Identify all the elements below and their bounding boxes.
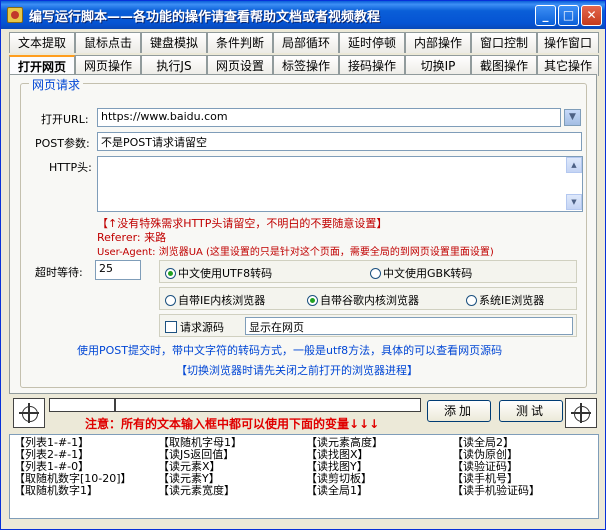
browser-radio-group: 自带IE内核浏览器 自带谷歌内核浏览器 系统IE浏览器 — [159, 287, 577, 310]
crosshair-target-icon[interactable] — [565, 398, 597, 428]
system-ie-radio[interactable]: 系统IE浏览器 — [466, 292, 544, 308]
radio-empty-icon — [165, 295, 176, 306]
post-input[interactable]: 不是POST请求请留空 — [97, 132, 582, 151]
tab-other-op[interactable]: 其它操作 — [537, 55, 599, 76]
tab-open-page[interactable]: 打开网页 — [9, 55, 75, 76]
request-source-label: 请求源码 — [180, 321, 224, 334]
tab-tag-op[interactable]: 标签操作 — [273, 55, 339, 76]
tab-keyboard[interactable]: 键盘模拟 — [141, 32, 207, 53]
group-title: 网页请求 — [29, 76, 84, 93]
utf8-label: 中文使用UTF8转码 — [178, 267, 273, 280]
radio-selected-icon — [307, 295, 318, 306]
gbk-label: 中文使用GBK转码 — [383, 267, 473, 280]
tab-local-loop[interactable]: 局部循环 — [273, 32, 339, 53]
variable-item[interactable]: 【取随机数字1】 — [14, 485, 98, 497]
app-icon — [7, 7, 23, 23]
tab-delay[interactable]: 延时停顿 — [339, 32, 405, 53]
tab-switch-ip[interactable]: 切换IP — [405, 55, 471, 76]
bottom-toolbar: 注意：所有的文本输入框中都可以使用下面的变量↓↓↓ 添加 测试 — [9, 396, 599, 432]
close-button[interactable]: ✕ — [581, 5, 602, 26]
variable-item[interactable]: 【读元素宽度】 — [158, 485, 235, 497]
variable-item[interactable]: 【读全局1】 — [306, 485, 368, 497]
chrome-kernel-label: 自带谷歌内核浏览器 — [320, 294, 419, 307]
radio-selected-icon — [165, 268, 176, 279]
tab-page-settings[interactable]: 网页设置 — [207, 55, 273, 76]
main-window: 编写运行脚本——各功能的操作请查看帮助文档或者视频教程 _ □ ✕ 文本提取 鼠… — [0, 0, 606, 530]
http-header-input[interactable] — [97, 156, 583, 212]
tab-page-op[interactable]: 网页操作 — [75, 55, 141, 76]
test-button[interactable]: 测试 — [499, 400, 563, 422]
variable-list[interactable]: 【列表1-#-1】 【取随机字母1】 【读元素高度】 【读全局2】 【列表2-#… — [9, 434, 599, 519]
add-button[interactable]: 添加 — [427, 400, 491, 422]
scroll-up-button[interactable]: ▲ — [566, 157, 582, 173]
utf8-radio[interactable]: 中文使用UTF8转码 — [165, 265, 272, 281]
url-input[interactable]: https://www.baidu.com — [97, 108, 561, 127]
request-source-checkbox[interactable]: 请求源码 — [165, 319, 224, 335]
post-label: POST参数: — [35, 137, 90, 150]
scroll-down-button[interactable]: ▼ — [566, 194, 582, 210]
source-options-box: 请求源码 显示在网页 — [159, 314, 577, 337]
minimize-button[interactable]: _ — [535, 5, 556, 26]
tab-code-op[interactable]: 接码操作 — [339, 55, 405, 76]
tab-internal-op[interactable]: 内部操作 — [405, 32, 471, 53]
tab-window-control[interactable]: 窗口控制 — [471, 32, 537, 53]
tab-mouse-click[interactable]: 鼠标点击 — [75, 32, 141, 53]
radio-empty-icon — [370, 268, 381, 279]
encoding-radio-group: 中文使用UTF8转码 中文使用GBK转码 — [159, 260, 577, 283]
title-bar[interactable]: 编写运行脚本——各功能的操作请查看帮助文档或者视频教程 _ □ ✕ — [1, 1, 605, 29]
tab-screenshot[interactable]: 截图操作 — [471, 55, 537, 76]
system-ie-label: 系统IE浏览器 — [479, 294, 545, 307]
tab-text-extract[interactable]: 文本提取 — [9, 32, 75, 53]
segment-bar — [49, 398, 421, 412]
segment-divider — [114, 398, 116, 412]
hint-line-3: User-Agent: 浏览器UA (这里设置的只是针对这个页面，需要全局的到网… — [97, 247, 494, 258]
info-line-2: 【切换浏览器时请先关闭之前打开的浏览器进程】 — [176, 364, 418, 377]
info-line-1: 使用POST提交时，带中文字符的转码方式，一般是utf8方法，具体的可以查看网页… — [77, 344, 503, 357]
tab-exec-js[interactable]: 执行JS — [141, 55, 207, 76]
http-header-label: HTTP头: — [49, 161, 92, 174]
variable-warning: 注意：所有的文本输入框中都可以使用下面的变量↓↓↓ — [85, 417, 380, 431]
ie-kernel-radio[interactable]: 自带IE内核浏览器 — [165, 292, 265, 308]
checkbox-icon — [165, 321, 177, 333]
display-mode-select[interactable]: 显示在网页 — [245, 317, 573, 335]
tab-panel: 网页请求 打开URL: https://www.baidu.com ▼ POST… — [9, 74, 597, 394]
chrome-kernel-radio[interactable]: 自带谷歌内核浏览器 — [307, 292, 419, 308]
ie-kernel-label: 自带IE内核浏览器 — [178, 294, 266, 307]
variable-item[interactable]: 【读手机验证码】 — [452, 485, 540, 497]
web-request-group: 网页请求 打开URL: https://www.baidu.com ▼ POST… — [20, 76, 587, 388]
maximize-button[interactable]: □ — [558, 5, 579, 26]
timeout-label: 超时等待: — [35, 266, 83, 279]
radio-empty-icon — [466, 295, 477, 306]
timeout-input[interactable]: 25 — [95, 260, 141, 280]
crosshair-target-icon[interactable] — [13, 398, 45, 428]
gbk-radio[interactable]: 中文使用GBK转码 — [370, 265, 472, 281]
tab-window-op[interactable]: 操作窗口 — [537, 32, 599, 53]
window-title: 编写运行脚本——各功能的操作请查看帮助文档或者视频教程 — [29, 10, 381, 25]
url-dropdown-button[interactable]: ▼ — [564, 109, 581, 126]
tab-condition[interactable]: 条件判断 — [207, 32, 273, 53]
url-label: 打开URL: — [41, 113, 89, 126]
